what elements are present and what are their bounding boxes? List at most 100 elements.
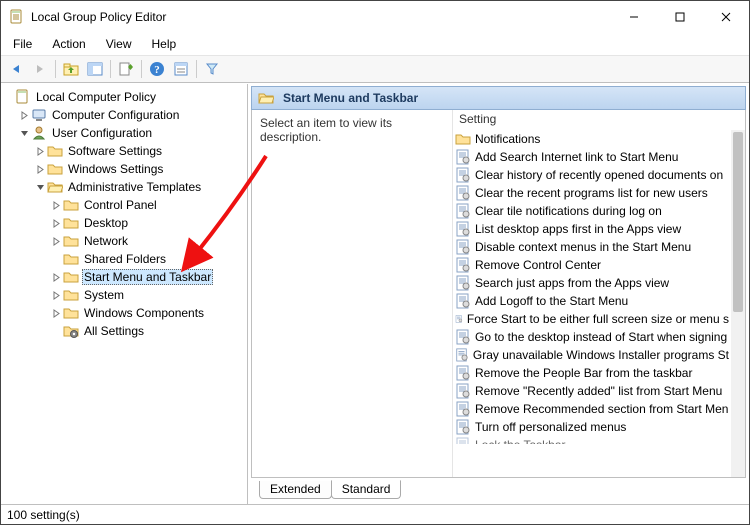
app-icon bbox=[9, 9, 25, 25]
setting-label: Notifications bbox=[475, 132, 540, 146]
folder-icon bbox=[455, 131, 471, 147]
setting-row[interactable]: Gray unavailable Windows Installer progr… bbox=[453, 346, 731, 364]
policy-icon bbox=[455, 185, 471, 201]
tree-item-desktop[interactable]: Desktop bbox=[49, 214, 247, 232]
computer-icon bbox=[31, 107, 47, 123]
setting-label: Clear tile notifications during log on bbox=[475, 204, 662, 218]
tree-user-config[interactable]: User Configuration bbox=[17, 124, 247, 142]
export-list-button[interactable] bbox=[115, 58, 137, 80]
setting-row[interactable]: Remove the People Bar from the taskbar bbox=[453, 364, 731, 382]
tree-software-settings[interactable]: Software Settings bbox=[33, 142, 247, 160]
policy-icon bbox=[455, 275, 471, 291]
setting-label: Remove the People Bar from the taskbar bbox=[475, 366, 692, 380]
vertical-scrollbar[interactable] bbox=[731, 130, 745, 477]
policy-root-icon bbox=[15, 89, 31, 105]
forward-button[interactable] bbox=[29, 58, 51, 80]
setting-row[interactable]: Add Search Internet link to Start Menu bbox=[453, 148, 731, 166]
tree-computer-config[interactable]: Computer Configuration bbox=[17, 106, 247, 124]
setting-row[interactable]: Add Logoff to the Start Menu bbox=[453, 292, 731, 310]
policy-icon bbox=[455, 311, 463, 327]
tree-pane[interactable]: Local Computer Policy Computer Configura… bbox=[1, 84, 248, 504]
setting-row[interactable]: Notifications bbox=[453, 130, 731, 148]
setting-label: Search just apps from the Apps view bbox=[475, 276, 669, 290]
setting-label: Add Search Internet link to Start Menu bbox=[475, 150, 678, 164]
setting-row[interactable]: Remove Control Center bbox=[453, 256, 731, 274]
policy-icon bbox=[455, 149, 471, 165]
user-icon bbox=[31, 125, 47, 141]
tree-item-network[interactable]: Network bbox=[49, 232, 247, 250]
setting-label: Add Logoff to the Start Menu bbox=[475, 294, 628, 308]
expand-icon[interactable] bbox=[49, 201, 63, 210]
expand-icon[interactable] bbox=[49, 237, 63, 246]
back-button[interactable] bbox=[5, 58, 27, 80]
tree-windows-settings[interactable]: Windows Settings bbox=[33, 160, 247, 178]
setting-label: Turn off personalized menus bbox=[475, 420, 626, 434]
setting-column-header[interactable]: Setting bbox=[453, 110, 745, 130]
expand-icon[interactable] bbox=[49, 219, 63, 228]
expand-icon[interactable] bbox=[17, 111, 31, 120]
tree-item-all-settings[interactable]: All Settings bbox=[49, 322, 247, 340]
help-button[interactable]: ? bbox=[146, 58, 168, 80]
tree-item-control-panel[interactable]: Control Panel bbox=[49, 196, 247, 214]
expand-icon[interactable] bbox=[49, 309, 63, 318]
setting-label: Go to the desktop instead of Start when … bbox=[475, 330, 727, 344]
expand-icon[interactable] bbox=[33, 165, 47, 174]
tab-standard[interactable]: Standard bbox=[331, 480, 402, 499]
folder-icon bbox=[63, 197, 79, 213]
filter-button[interactable] bbox=[201, 58, 223, 80]
setting-row[interactable]: Clear tile notifications during log on bbox=[453, 202, 731, 220]
tree-admin-templates[interactable]: Administrative Templates bbox=[33, 178, 247, 196]
setting-label: List desktop apps first in the Apps view bbox=[475, 222, 681, 236]
expand-icon[interactable] bbox=[33, 147, 47, 156]
details-pane: Start Menu and Taskbar Select an item to… bbox=[248, 84, 749, 504]
menu-view[interactable]: View bbox=[98, 35, 140, 53]
setting-label: Disable context menus in the Start Menu bbox=[475, 240, 691, 254]
policy-icon bbox=[455, 293, 471, 309]
setting-row[interactable]: Clear the recent programs list for new u… bbox=[453, 184, 731, 202]
setting-row[interactable]: Disable context menus in the Start Menu bbox=[453, 238, 731, 256]
policy-icon bbox=[455, 257, 471, 273]
setting-row[interactable]: Search just apps from the Apps view bbox=[453, 274, 731, 292]
up-button[interactable] bbox=[60, 58, 82, 80]
svg-text:?: ? bbox=[154, 64, 160, 76]
expand-icon[interactable] bbox=[49, 273, 63, 282]
scrollbar-thumb[interactable] bbox=[733, 132, 743, 312]
setting-label: Remove "Recently added" list from Start … bbox=[475, 384, 722, 398]
policy-icon bbox=[455, 419, 471, 435]
setting-row[interactable]: Turn off personalized menus bbox=[453, 418, 731, 436]
tree-item-start-menu-and-taskbar[interactable]: Start Menu and Taskbar bbox=[49, 268, 247, 286]
status-text: 100 setting(s) bbox=[7, 508, 80, 522]
folder-icon bbox=[63, 287, 79, 303]
menu-action[interactable]: Action bbox=[44, 35, 93, 53]
setting-row[interactable]: Remove "Recently added" list from Start … bbox=[453, 382, 731, 400]
folder-open-icon bbox=[47, 179, 63, 195]
tab-extended[interactable]: Extended bbox=[259, 481, 332, 499]
menu-file[interactable]: File bbox=[5, 35, 40, 53]
tree-item-shared-folders[interactable]: Shared Folders bbox=[49, 250, 247, 268]
show-hide-console-tree-button[interactable] bbox=[84, 58, 106, 80]
maximize-button[interactable] bbox=[657, 1, 703, 33]
setting-row[interactable]: Remove Recommended section from Start Me… bbox=[453, 400, 731, 418]
setting-row[interactable]: Force Start to be either full screen siz… bbox=[453, 310, 731, 328]
tree-item-windows-components[interactable]: Windows Components bbox=[49, 304, 247, 322]
setting-row[interactable]: List desktop apps first in the Apps view bbox=[453, 220, 731, 238]
setting-label: Force Start to be either full screen siz… bbox=[467, 312, 729, 326]
setting-row[interactable]: Go to the desktop instead of Start when … bbox=[453, 328, 731, 346]
menu-help[interactable]: Help bbox=[144, 35, 185, 53]
tree-item-system[interactable]: System bbox=[49, 286, 247, 304]
tree-root[interactable]: Local Computer Policy bbox=[1, 88, 247, 106]
collapse-icon[interactable] bbox=[33, 183, 47, 192]
folder-icon bbox=[63, 305, 79, 321]
setting-row[interactable]: Lock the Taskbar bbox=[453, 436, 731, 454]
expand-icon[interactable] bbox=[49, 291, 63, 300]
folder-icon bbox=[63, 269, 79, 285]
close-button[interactable] bbox=[703, 1, 749, 33]
policy-icon bbox=[455, 347, 469, 363]
properties-button[interactable] bbox=[170, 58, 192, 80]
folder-icon bbox=[63, 233, 79, 249]
settings-list[interactable]: Notifications Add Search Internet link to… bbox=[453, 130, 731, 477]
minimize-button[interactable] bbox=[611, 1, 657, 33]
collapse-icon[interactable] bbox=[17, 129, 31, 138]
setting-row[interactable]: Clear history of recently opened documen… bbox=[453, 166, 731, 184]
description-text: Select an item to view its description. bbox=[252, 110, 452, 477]
